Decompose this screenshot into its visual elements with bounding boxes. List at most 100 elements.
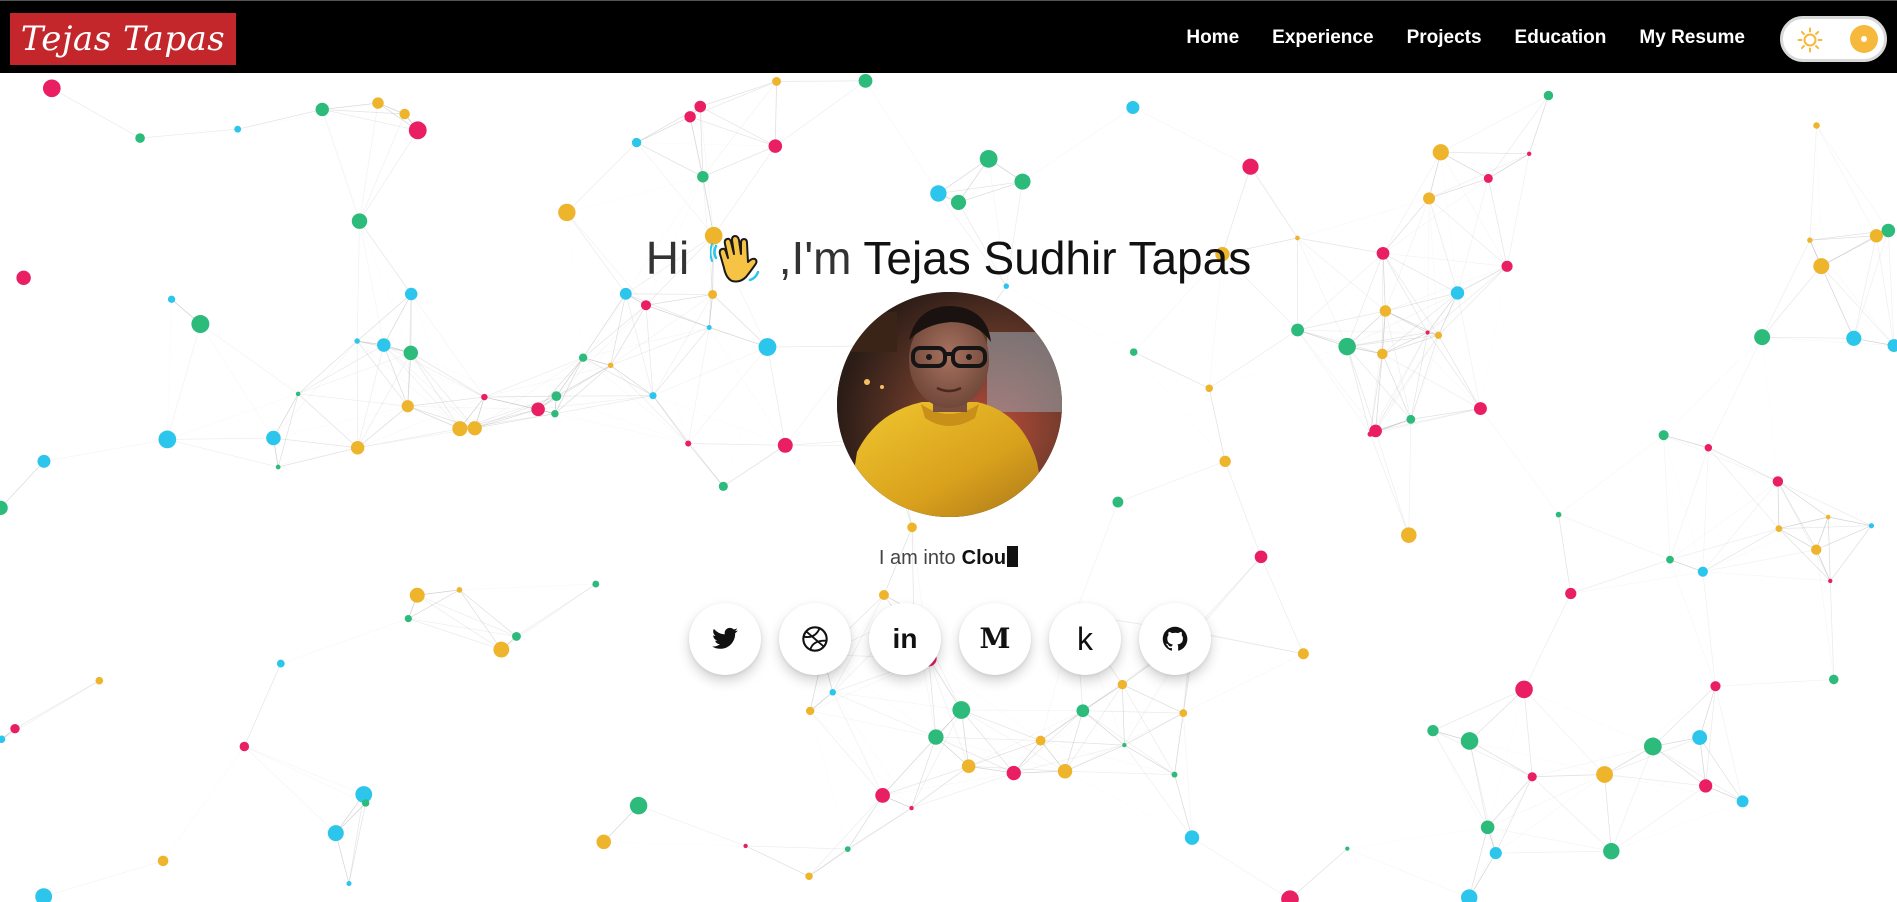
network-node	[1813, 122, 1820, 129]
network-node	[907, 522, 917, 533]
network-link	[687, 443, 724, 487]
medium-button[interactable]: M	[959, 603, 1031, 675]
network-node	[875, 788, 890, 803]
network-node	[1184, 830, 1200, 845]
network-link	[1604, 774, 1743, 802]
network-link	[1777, 481, 1872, 527]
network-node	[592, 580, 600, 588]
network-link	[1523, 689, 1653, 747]
network-link	[723, 347, 767, 486]
network-link	[357, 344, 385, 448]
network-link	[359, 113, 405, 222]
network-node	[596, 834, 611, 850]
network-node	[631, 137, 642, 148]
github-button[interactable]	[1139, 603, 1211, 675]
network-node	[928, 729, 944, 745]
network-link	[745, 845, 848, 850]
network-link	[1777, 481, 1829, 518]
network-link	[1480, 408, 1559, 515]
network-link	[700, 81, 777, 107]
network-link	[1124, 744, 1175, 775]
network-link	[417, 594, 517, 637]
nav-link-projects[interactable]: Projects	[1407, 27, 1482, 49]
network-link	[610, 327, 710, 366]
network-node	[399, 108, 410, 120]
network-link	[1082, 710, 1184, 714]
network-link	[636, 142, 776, 147]
nav-link-home[interactable]: Home	[1186, 27, 1239, 49]
network-node	[1057, 764, 1073, 779]
theme-toggle[interactable]	[1780, 16, 1887, 62]
network-link	[410, 352, 461, 429]
brand-logo-text: Tejas Tapas	[20, 19, 226, 59]
nav-link-education[interactable]: Education	[1515, 27, 1607, 49]
toggle-knob[interactable]	[1850, 25, 1878, 53]
network-node	[234, 125, 242, 133]
network-node	[1846, 330, 1862, 346]
tagline-typed-text: Clou	[961, 547, 1007, 569]
network-node	[607, 362, 614, 369]
network-link	[1260, 556, 1304, 654]
network-link	[1523, 689, 1533, 777]
network-node	[1699, 779, 1713, 793]
network-link	[166, 299, 172, 440]
network-link	[1432, 689, 1525, 731]
network-link	[1209, 329, 1298, 389]
network-link	[410, 293, 461, 429]
network-link	[1663, 336, 1763, 436]
network-node	[1401, 527, 1417, 543]
network-link	[484, 365, 611, 398]
network-link	[1347, 826, 1488, 849]
network-node	[1369, 424, 1382, 438]
network-node	[1596, 766, 1613, 783]
network-link	[848, 766, 969, 849]
network-link	[700, 106, 776, 147]
network-link	[1532, 774, 1605, 778]
greeting-mid: ,I'm	[778, 232, 852, 284]
network-link	[583, 327, 710, 359]
nav-link-experience[interactable]: Experience	[1272, 27, 1373, 49]
network-link	[774, 81, 777, 147]
network-link	[775, 80, 866, 147]
network-node	[829, 689, 836, 696]
network-node	[1423, 192, 1436, 205]
network-link	[1346, 346, 1376, 432]
kaggle-button[interactable]: k	[1049, 603, 1121, 675]
network-link	[1124, 712, 1184, 746]
network-link	[1715, 686, 1743, 802]
network-node	[377, 338, 391, 352]
network-node	[1126, 100, 1140, 114]
network-node	[135, 133, 145, 143]
network-link	[882, 709, 962, 796]
network-link	[1663, 434, 1709, 449]
network-link	[1065, 770, 1175, 775]
network-link	[1669, 447, 1709, 560]
network-node	[1379, 305, 1392, 317]
linkedin-button[interactable]: in	[869, 603, 941, 675]
network-link	[297, 340, 358, 395]
network-node	[531, 402, 545, 417]
network-link	[1440, 151, 1489, 179]
network-link	[1816, 125, 1889, 231]
network-link	[652, 327, 710, 396]
network-link	[1495, 776, 1533, 854]
network-link	[1133, 351, 1210, 389]
network-link	[713, 145, 776, 236]
nav-link-my-resume[interactable]: My Resume	[1639, 27, 1745, 49]
network-node	[1526, 151, 1532, 157]
network-node	[361, 799, 370, 807]
network-link	[244, 746, 337, 834]
network-node	[1775, 525, 1783, 533]
network-node	[372, 97, 384, 109]
network-node	[1179, 709, 1188, 717]
dribbble-button[interactable]	[779, 603, 851, 675]
sun-icon	[1797, 27, 1823, 53]
brand-logo[interactable]: Tejas Tapas	[10, 13, 236, 65]
network-link	[652, 395, 689, 444]
network-link	[1347, 849, 1495, 854]
network-link	[1369, 332, 1428, 435]
network-link	[1122, 684, 1184, 714]
twitter-button[interactable]	[689, 603, 761, 675]
network-node	[1242, 158, 1259, 175]
network-node	[685, 440, 692, 447]
